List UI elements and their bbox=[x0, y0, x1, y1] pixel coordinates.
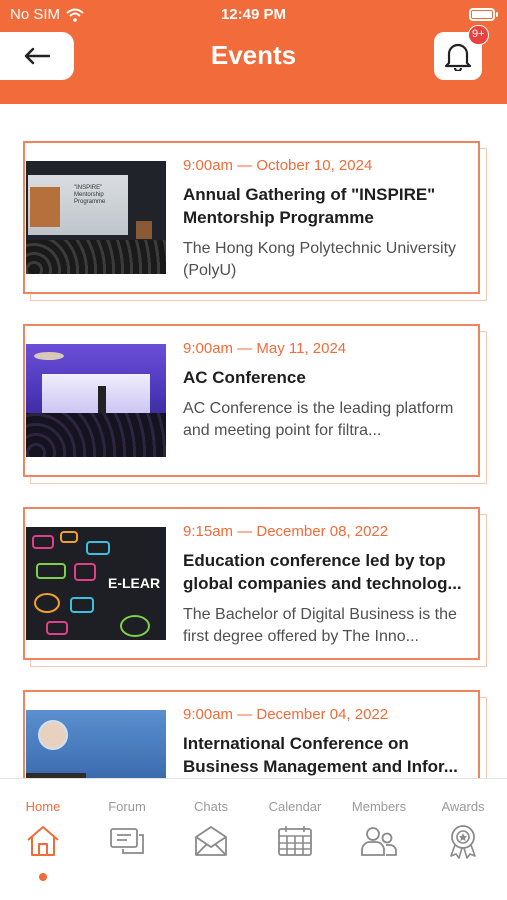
event-card[interactable]: 9:00am — December 04, 2022 International… bbox=[23, 690, 487, 778]
tab-home[interactable]: Home bbox=[1, 779, 85, 900]
tab-label: Members bbox=[351, 799, 407, 814]
avatar bbox=[38, 720, 68, 750]
app-header: No SIM 12:49 PM Events 9+ bbox=[0, 0, 507, 104]
event-date: 9:00am — May 11, 2024 bbox=[183, 340, 347, 357]
bottom-tab-bar: Home Forum Chats Calendar Members Awards bbox=[0, 778, 507, 900]
event-thumbnail bbox=[26, 344, 166, 457]
calendar-icon bbox=[278, 826, 312, 856]
event-description: The Hong Kong Polytechnic University (Po… bbox=[183, 240, 457, 279]
event-card-frame: "INSPIRE" Mentorship Programme 9:00am — … bbox=[23, 141, 480, 294]
status-bar: No SIM 12:49 PM bbox=[0, 0, 507, 28]
event-thumbnail: E-LEAR bbox=[26, 527, 166, 640]
event-title: Education conference led by top global c… bbox=[183, 551, 462, 593]
members-icon bbox=[361, 827, 397, 856]
event-title: AC Conference bbox=[183, 368, 306, 387]
thumbnail-caption: E-LEAR bbox=[108, 575, 161, 591]
tab-label: Home bbox=[25, 799, 61, 814]
event-card-frame: 9:00am — May 11, 2024 AC Conference AC C… bbox=[23, 324, 480, 477]
event-card[interactable]: E-LEAR 9:15am — December 08, 2022 Educat… bbox=[23, 507, 487, 667]
tab-forum[interactable]: Forum bbox=[85, 779, 169, 900]
event-description: The Bachelor of Digital Business is the … bbox=[183, 606, 457, 645]
event-description: AC Conference is the leading platform an… bbox=[183, 400, 454, 439]
event-date: 9:15am — December 08, 2022 bbox=[183, 523, 389, 540]
tab-calendar[interactable]: Calendar bbox=[253, 779, 337, 900]
thumbnail-caption: "INSPIRE" Mentorship Programme bbox=[74, 185, 106, 205]
event-date: 9:00am — December 04, 2022 bbox=[183, 706, 389, 723]
notification-badge: 9+ bbox=[468, 25, 489, 45]
event-title: International Conference on Business Man… bbox=[183, 734, 458, 776]
event-title: Annual Gathering of "INSPIRE" Mentorship… bbox=[183, 185, 436, 227]
event-thumbnail bbox=[26, 710, 166, 778]
event-date: 9:00am — October 10, 2024 bbox=[183, 157, 373, 174]
battery-icon bbox=[469, 8, 498, 21]
tab-chats[interactable]: Chats bbox=[169, 779, 253, 900]
tab-members[interactable]: Members bbox=[337, 779, 421, 900]
event-thumbnail: "INSPIRE" Mentorship Programme bbox=[26, 161, 166, 274]
home-icon bbox=[27, 826, 59, 856]
status-time: 12:49 PM bbox=[220, 6, 287, 23]
tab-label: Awards bbox=[441, 799, 485, 814]
event-card-frame: E-LEAR 9:15am — December 08, 2022 Educat… bbox=[23, 507, 480, 660]
active-tab-indicator bbox=[39, 873, 47, 881]
tab-awards[interactable]: Awards bbox=[421, 779, 505, 900]
tab-label: Forum bbox=[108, 799, 146, 814]
event-list[interactable]: "INSPIRE" Mentorship Programme 9:00am — … bbox=[0, 104, 507, 778]
page-title: Events bbox=[210, 40, 297, 70]
forum-icon bbox=[110, 828, 144, 854]
tab-label: Calendar bbox=[268, 799, 322, 814]
bell-icon bbox=[444, 43, 472, 71]
event-card[interactable]: "INSPIRE" Mentorship Programme 9:00am — … bbox=[23, 141, 487, 301]
event-card[interactable]: 9:00am — May 11, 2024 AC Conference AC C… bbox=[23, 324, 487, 484]
event-card-frame: 9:00am — December 04, 2022 International… bbox=[23, 690, 480, 778]
awards-icon bbox=[450, 825, 476, 859]
tab-label: Chats bbox=[194, 799, 228, 814]
chats-icon bbox=[195, 826, 227, 856]
